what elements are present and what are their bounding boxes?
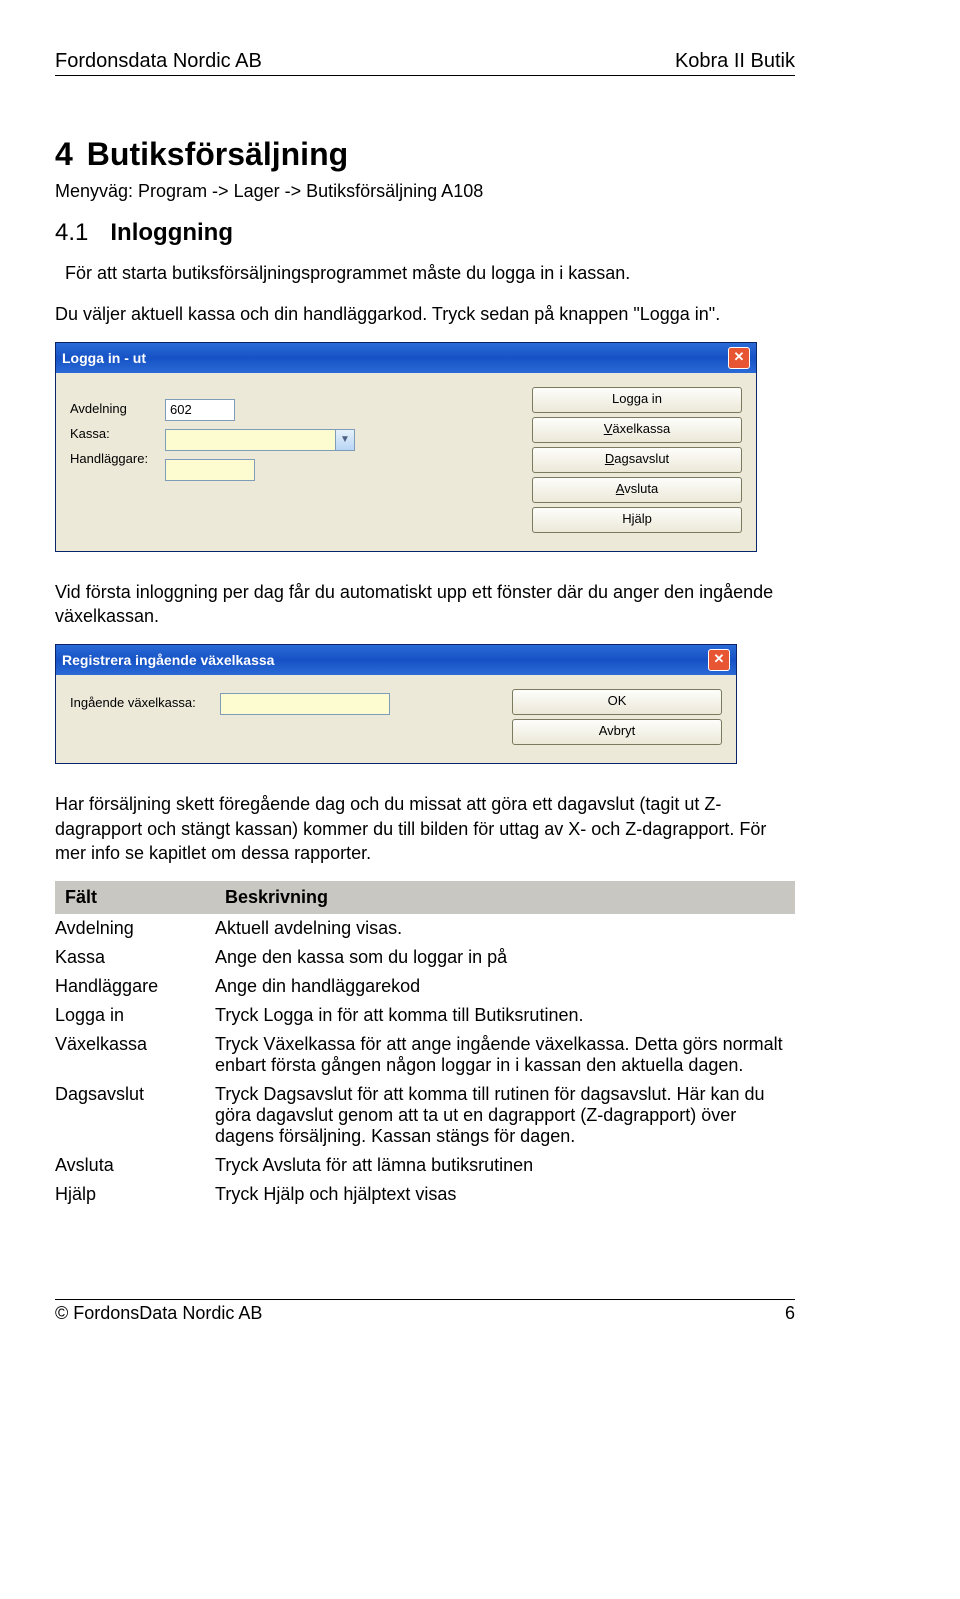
logga-in-button[interactable]: Logga in bbox=[532, 387, 742, 413]
subsection-number: 4.1 bbox=[55, 219, 88, 247]
document-footer: © FordonsData Nordic AB 6 bbox=[55, 1299, 795, 1324]
hjalp-button[interactable]: Hjälp bbox=[532, 507, 742, 533]
footer-copyright: © FordonsData Nordic AB bbox=[55, 1303, 262, 1324]
ingaende-vaxelkassa-input[interactable] bbox=[220, 693, 390, 715]
table-row: DagsavslutTryck Dagsavslut för att komma… bbox=[55, 1080, 795, 1151]
ok-button[interactable]: OK bbox=[512, 689, 722, 715]
header-right: Kobra II Butik bbox=[675, 50, 795, 73]
kassa-label: Kassa: bbox=[70, 426, 165, 441]
vaxelkassa-dialog: Registrera ingående växelkassa ✕ Ingåend… bbox=[55, 644, 737, 764]
section-title: Butiksförsäljning bbox=[87, 136, 348, 173]
table-row: AvslutaTryck Avsluta för att lämna butik… bbox=[55, 1151, 795, 1180]
dagsavslut-button[interactable]: Dagsavslut bbox=[532, 447, 742, 473]
ingaende-vaxelkassa-label: Ingående växelkassa: bbox=[70, 695, 220, 710]
paragraph: Vid första inloggning per dag får du aut… bbox=[55, 580, 795, 629]
table-row: KassaAnge den kassa som du loggar in på bbox=[55, 943, 795, 972]
table-header-field: Fält bbox=[55, 881, 215, 914]
dialog-titlebar: Registrera ingående växelkassa ✕ bbox=[56, 645, 736, 675]
document-header: Fordonsdata Nordic AB Kobra II Butik bbox=[55, 50, 795, 76]
kassa-select[interactable] bbox=[165, 429, 355, 451]
handlaggare-label: Handläggare: bbox=[70, 451, 165, 466]
section-heading: 4 Butiksförsäljning bbox=[55, 136, 795, 173]
dialog-titlebar: Logga in - ut ✕ bbox=[56, 343, 756, 373]
avdelning-input[interactable] bbox=[165, 399, 235, 421]
subsection-heading: 4.1 Inloggning bbox=[55, 219, 795, 247]
avbryt-button[interactable]: Avbryt bbox=[512, 719, 722, 745]
table-header-desc: Beskrivning bbox=[215, 881, 795, 914]
table-row: HandläggareAnge din handläggarekod bbox=[55, 972, 795, 1001]
table-row: VäxelkassaTryck Växelkassa för att ange … bbox=[55, 1030, 795, 1080]
page-number: 6 bbox=[785, 1303, 795, 1324]
chevron-down-icon[interactable]: ▼ bbox=[335, 430, 354, 450]
login-dialog: Logga in - ut ✕ Avdelning Kassa: Handläg… bbox=[55, 342, 757, 552]
table-row: Logga inTryck Logga in för att komma til… bbox=[55, 1001, 795, 1030]
menu-path: Menyväg: Program -> Lager -> Butiksförsä… bbox=[55, 179, 795, 203]
close-icon[interactable]: ✕ bbox=[728, 347, 750, 369]
handlaggare-input[interactable] bbox=[165, 459, 255, 481]
paragraph: För att starta butiksförsäljningsprogram… bbox=[65, 261, 795, 285]
close-icon[interactable]: ✕ bbox=[708, 649, 730, 671]
subsection-title: Inloggning bbox=[110, 219, 233, 247]
paragraph: Du väljer aktuell kassa och din handlägg… bbox=[55, 302, 795, 326]
table-row: AvdelningAktuell avdelning visas. bbox=[55, 914, 795, 943]
section-number: 4 bbox=[55, 136, 73, 173]
field-description-table: Fält Beskrivning AvdelningAktuell avdeln… bbox=[55, 881, 795, 1209]
header-left: Fordonsdata Nordic AB bbox=[55, 50, 262, 73]
avsluta-button[interactable]: Avsluta bbox=[532, 477, 742, 503]
dialog-title: Registrera ingående växelkassa bbox=[62, 652, 274, 668]
table-row: HjälpTryck Hjälp och hjälptext visas bbox=[55, 1180, 795, 1209]
vaxelkassa-button[interactable]: Växelkassa bbox=[532, 417, 742, 443]
dialog-title: Logga in - ut bbox=[62, 350, 146, 366]
avdelning-label: Avdelning bbox=[70, 401, 165, 416]
paragraph: Har försäljning skett föregående dag och… bbox=[55, 792, 795, 865]
